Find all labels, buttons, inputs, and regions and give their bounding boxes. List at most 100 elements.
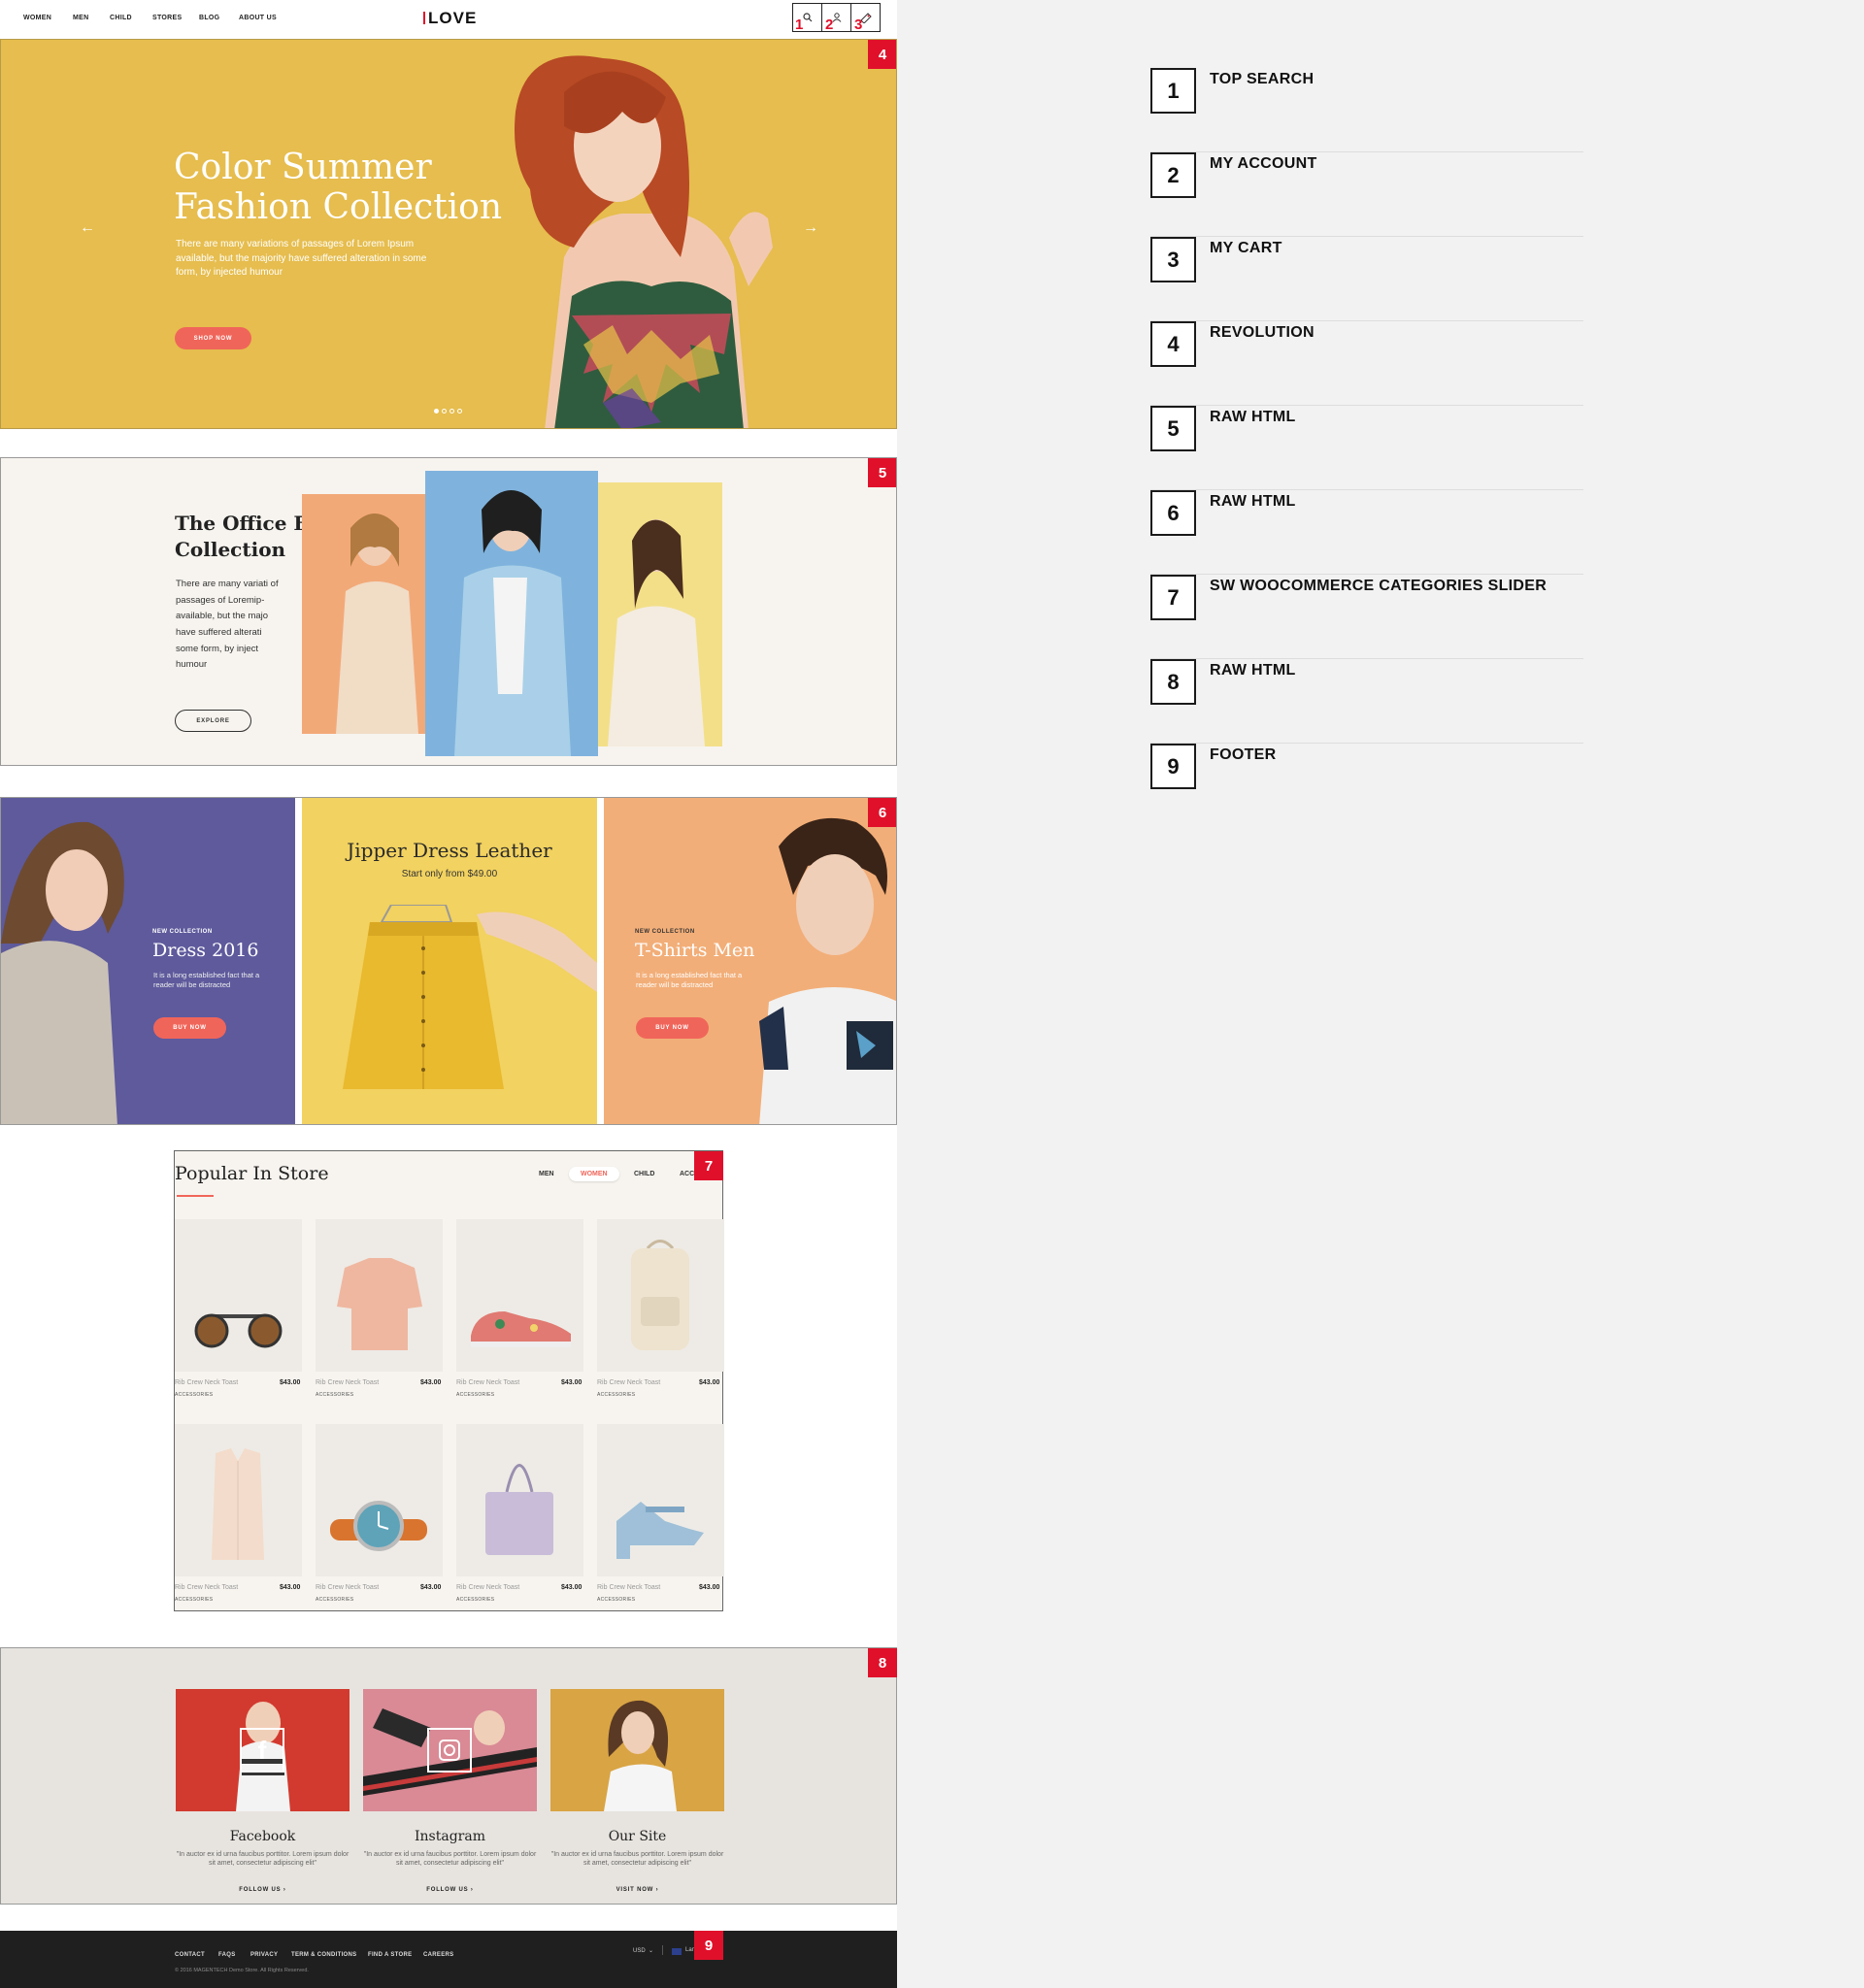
product-name[interactable]: Rib Crew Neck Toast bbox=[597, 1379, 660, 1386]
product-name[interactable]: Rib Crew Neck Toast bbox=[175, 1379, 238, 1386]
product-category[interactable]: ACCESSORIES bbox=[456, 1392, 494, 1398]
tab-child[interactable]: CHILD bbox=[634, 1171, 654, 1177]
backpack-icon bbox=[631, 1240, 689, 1350]
product-name[interactable]: Rib Crew Neck Toast bbox=[597, 1584, 660, 1591]
nav-blog[interactable]: BLOG bbox=[199, 15, 219, 21]
banner-dress[interactable]: NEW COLLECTION Dress 2016 It is a long e… bbox=[1, 798, 295, 1124]
legend-number-box: 7 bbox=[1150, 575, 1196, 620]
legend-item-7: 7 SW WOOCOMMERCE CATEGORIES SLIDER bbox=[1150, 575, 1583, 659]
hero-next-arrow-icon[interactable]: → bbox=[803, 219, 818, 237]
nav-child[interactable]: CHILD bbox=[110, 15, 132, 21]
tag-2: 2 bbox=[825, 17, 834, 33]
buy-now-button-dress[interactable]: BUY NOW bbox=[153, 1017, 226, 1039]
instagram-text: "In auctor ex id urna faucibus porttitor… bbox=[363, 1851, 537, 1868]
tshirt-icon bbox=[337, 1258, 422, 1350]
product-category[interactable]: ACCESSORIES bbox=[316, 1392, 353, 1398]
our-site-visit-link[interactable]: VISIT NOW › bbox=[550, 1887, 724, 1893]
product-name[interactable]: Rib Crew Neck Toast bbox=[456, 1584, 519, 1591]
nav-men[interactable]: MEN bbox=[73, 15, 88, 21]
instagram-follow-link[interactable]: FOLLOW US › bbox=[363, 1887, 537, 1893]
office-image-blue bbox=[425, 471, 598, 756]
legend-number-box: 9 bbox=[1150, 744, 1196, 789]
footer-link-careers[interactable]: CAREERS bbox=[423, 1952, 453, 1958]
tab-women[interactable]: WOMEN bbox=[569, 1167, 619, 1181]
nav-women[interactable]: WOMEN bbox=[23, 15, 51, 21]
tab-accessories[interactable]: ACC bbox=[680, 1171, 694, 1177]
facebook-title: Facebook bbox=[229, 1829, 296, 1844]
site-footer: CONTACT FAQS PRIVACY TERM & CONDITIONS F… bbox=[0, 1931, 897, 1988]
site-logo[interactable]: LOVE bbox=[428, 9, 477, 28]
legend-item-8: 8 RAW HTML bbox=[1150, 659, 1583, 744]
uk-flag-icon bbox=[672, 1948, 682, 1955]
product-image[interactable] bbox=[175, 1219, 302, 1372]
buy-now-button-men[interactable]: BUY NOW bbox=[636, 1017, 709, 1039]
hero-dot[interactable] bbox=[457, 409, 462, 414]
footer-link-find-store[interactable]: FIND A STORE bbox=[368, 1952, 412, 1958]
legend-item-6: 6 RAW HTML bbox=[1150, 490, 1583, 575]
facebook-card-image[interactable]: f bbox=[176, 1689, 350, 1811]
product-image[interactable] bbox=[597, 1219, 724, 1372]
product-image[interactable] bbox=[456, 1219, 583, 1372]
tab-men[interactable]: MEN bbox=[539, 1171, 554, 1177]
our-site-text: "In auctor ex id urna faucibus porttitor… bbox=[550, 1851, 724, 1868]
product-image[interactable] bbox=[316, 1424, 443, 1576]
facebook-follow-link[interactable]: FOLLOW US › bbox=[176, 1887, 350, 1893]
banner-jipper-subtitle: Start only from $49.00 bbox=[401, 869, 498, 879]
hero-prev-arrow-icon[interactable]: ← bbox=[80, 219, 95, 237]
search-icon bbox=[802, 13, 812, 22]
nav-stores[interactable]: STORES bbox=[152, 15, 182, 21]
banner-tshirts-men[interactable]: NEW COLLECTION T-Shirts Men It is a long… bbox=[604, 798, 896, 1124]
currency-select[interactable]: USD bbox=[633, 1948, 646, 1954]
hero-title-line1: Color Summer bbox=[174, 148, 432, 187]
banner-men-model-image bbox=[759, 817, 896, 1124]
currency-chevron-down-icon[interactable]: ⌄ bbox=[649, 1947, 653, 1954]
product-category[interactable]: ACCESSORIES bbox=[597, 1392, 635, 1398]
footer-link-faqs[interactable]: FAQS bbox=[218, 1952, 236, 1958]
footer-link-contact[interactable]: CONTACT bbox=[175, 1952, 205, 1958]
office-collection-banner: The Office FS Collection There are many … bbox=[0, 457, 897, 766]
legend-number-box: 6 bbox=[1150, 490, 1196, 536]
product-image[interactable] bbox=[316, 1219, 443, 1372]
hero-dot[interactable] bbox=[449, 409, 454, 414]
footer-link-privacy[interactable]: PRIVACY bbox=[250, 1952, 278, 1958]
product-image[interactable] bbox=[175, 1424, 302, 1576]
legend-label: FOOTER bbox=[1210, 746, 1277, 763]
product-name[interactable]: Rib Crew Neck Toast bbox=[175, 1584, 238, 1591]
shop-now-button[interactable]: SHOP NOW bbox=[175, 327, 251, 349]
product-name[interactable]: Rib Crew Neck Toast bbox=[316, 1584, 379, 1591]
legend-label: REVOLUTION bbox=[1210, 324, 1315, 341]
footer-copyright: © 2016 MAGENTECH Demo Store. All Rights … bbox=[175, 1968, 309, 1973]
tote-bag-icon bbox=[485, 1464, 553, 1555]
hero-dot-active[interactable] bbox=[434, 409, 439, 414]
sneaker-icon bbox=[471, 1311, 571, 1347]
footer-link-terms[interactable]: TERM & CONDITIONS bbox=[291, 1952, 356, 1958]
product-category[interactable]: ACCESSORIES bbox=[597, 1597, 635, 1603]
watch-icon bbox=[330, 1501, 427, 1551]
vest-icon bbox=[212, 1448, 264, 1560]
legend-item-3: 3 MY CART bbox=[1150, 237, 1583, 321]
banner-jipper-dress[interactable]: Jipper Dress Leather Start only from $49… bbox=[302, 798, 597, 1124]
nav-about-us[interactable]: ABOUT US bbox=[239, 15, 277, 21]
section-badge-5: 5 bbox=[868, 458, 896, 487]
legend-item-9: 9 FOOTER bbox=[1150, 744, 1583, 828]
instagram-card-image[interactable] bbox=[363, 1689, 537, 1811]
tag-1: 1 bbox=[795, 17, 804, 33]
our-site-card-image[interactable] bbox=[550, 1689, 724, 1811]
product-category[interactable]: ACCESSORIES bbox=[316, 1597, 353, 1603]
product-category[interactable]: ACCESSORIES bbox=[456, 1597, 494, 1603]
product-image[interactable] bbox=[456, 1424, 583, 1576]
instagram-title: Instagram bbox=[415, 1829, 485, 1844]
legend-label: RAW HTML bbox=[1210, 409, 1296, 425]
hero-slider: Color Summer Fashion Collection There ar… bbox=[0, 39, 897, 429]
product-category[interactable]: ACCESSORIES bbox=[175, 1392, 213, 1398]
hero-text: There are many variations of passages of… bbox=[176, 239, 427, 278]
legend-number-box: 2 bbox=[1150, 152, 1196, 198]
explore-button[interactable]: EXPLORE bbox=[175, 710, 251, 732]
banner-men-kicker: NEW COLLECTION bbox=[635, 929, 695, 935]
product-category[interactable]: ACCESSORIES bbox=[175, 1597, 213, 1603]
office-title-line1: The Office FS bbox=[175, 512, 322, 535]
product-image[interactable] bbox=[597, 1424, 724, 1576]
hero-dot[interactable] bbox=[442, 409, 447, 414]
product-name[interactable]: Rib Crew Neck Toast bbox=[316, 1379, 379, 1386]
product-name[interactable]: Rib Crew Neck Toast bbox=[456, 1379, 519, 1386]
